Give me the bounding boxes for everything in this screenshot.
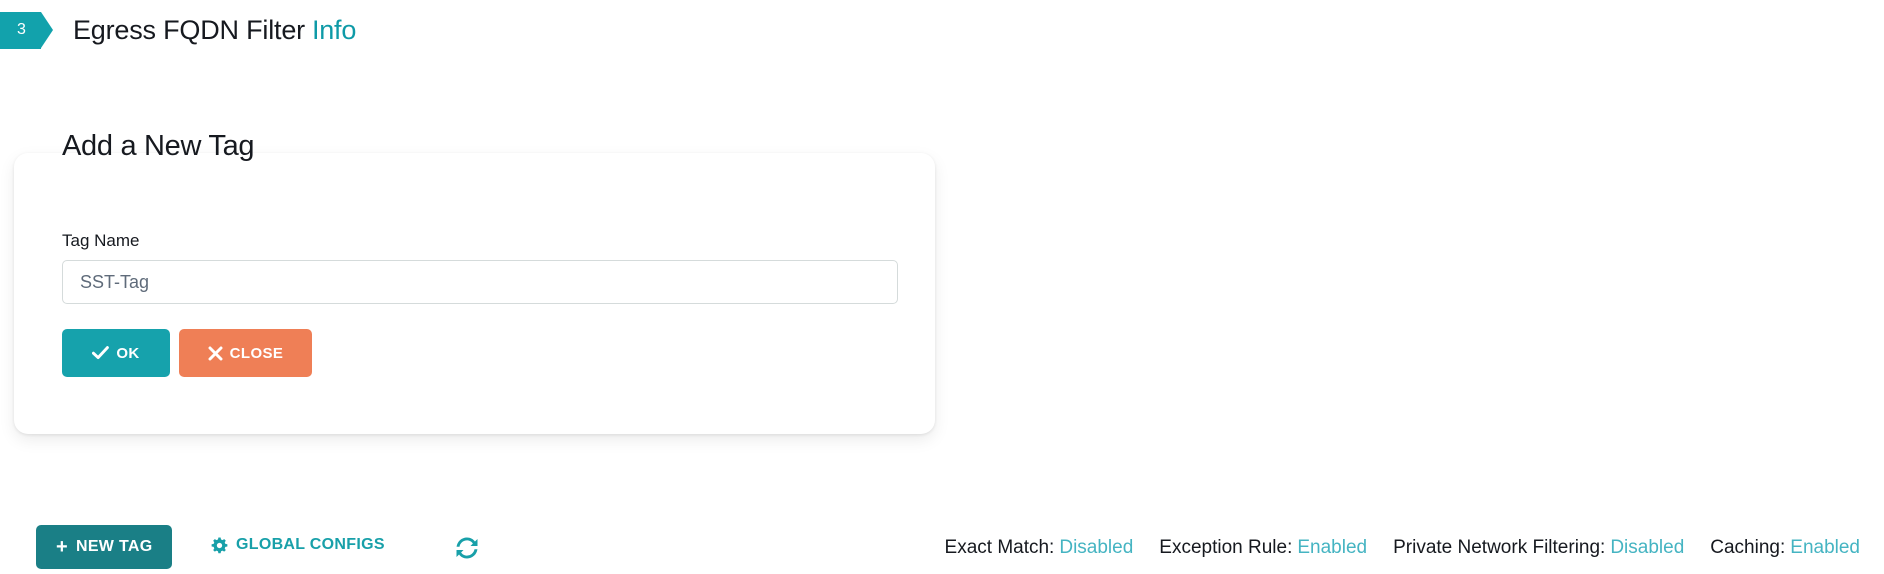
status-exception-rule-label: Exception Rule: (1159, 537, 1293, 558)
footer-toolbar: + NEW TAG GLOBAL CONFIGS Exact Match: Dis… (0, 525, 1884, 573)
new-tag-button-label: NEW TAG (75, 538, 153, 555)
info-link[interactable]: Info (312, 15, 356, 45)
global-configs-label: GLOBAL CONFIGS (236, 536, 385, 553)
close-button[interactable]: CLOSE (179, 329, 312, 377)
step-badge: 3 (0, 11, 53, 49)
tag-name-label: Tag Name (62, 231, 140, 250)
status-caching-label: Caching: (1710, 537, 1786, 558)
page-title-text: Egress FQDN Filter (73, 14, 305, 45)
add-tag-card: Add a New Tag Tag Name OK CLOSE (14, 130, 935, 434)
new-tag-button[interactable]: + NEW TAG (36, 525, 173, 569)
global-configs-button[interactable]: GLOBAL CONFIGS (211, 536, 385, 554)
status-strip: Exact Match: Disabled Exception Rule: Enab… (945, 537, 1860, 559)
page-title: Egress FQDN Filter Info (73, 15, 356, 46)
gear-icon (211, 537, 228, 554)
status-caching: Caching: Enabled (1710, 537, 1860, 559)
page-header: 3 Egress FQDN Filter Info (0, 11, 356, 49)
card-button-row: OK CLOSE (62, 329, 312, 377)
status-exception-rule: Exception Rule: Enabled (1159, 537, 1367, 559)
status-private-network-filtering-label: Private Network Filtering: (1393, 537, 1606, 558)
close-button-label: CLOSE (229, 344, 284, 362)
plus-icon: + (56, 536, 68, 558)
ok-button[interactable]: OK (62, 329, 170, 377)
status-private-network-filtering-value: Disabled (1610, 537, 1685, 558)
status-caching-value: Enabled (1790, 537, 1860, 558)
status-exact-match: Exact Match: Disabled (945, 537, 1134, 559)
refresh-icon[interactable] (452, 533, 482, 563)
close-icon (208, 346, 223, 361)
step-number: 3 (17, 21, 26, 38)
status-exact-match-label: Exact Match: (944, 537, 1055, 558)
status-exception-rule-value: Enabled (1297, 537, 1368, 558)
check-icon (92, 346, 110, 360)
status-exact-match-value: Disabled (1059, 537, 1134, 558)
ok-button-label: OK (116, 344, 140, 362)
tag-name-input[interactable] (62, 260, 898, 304)
card-title: Add a New Tag (62, 130, 255, 162)
status-private-network-filtering: Private Network Filtering: Disabled (1393, 537, 1684, 559)
